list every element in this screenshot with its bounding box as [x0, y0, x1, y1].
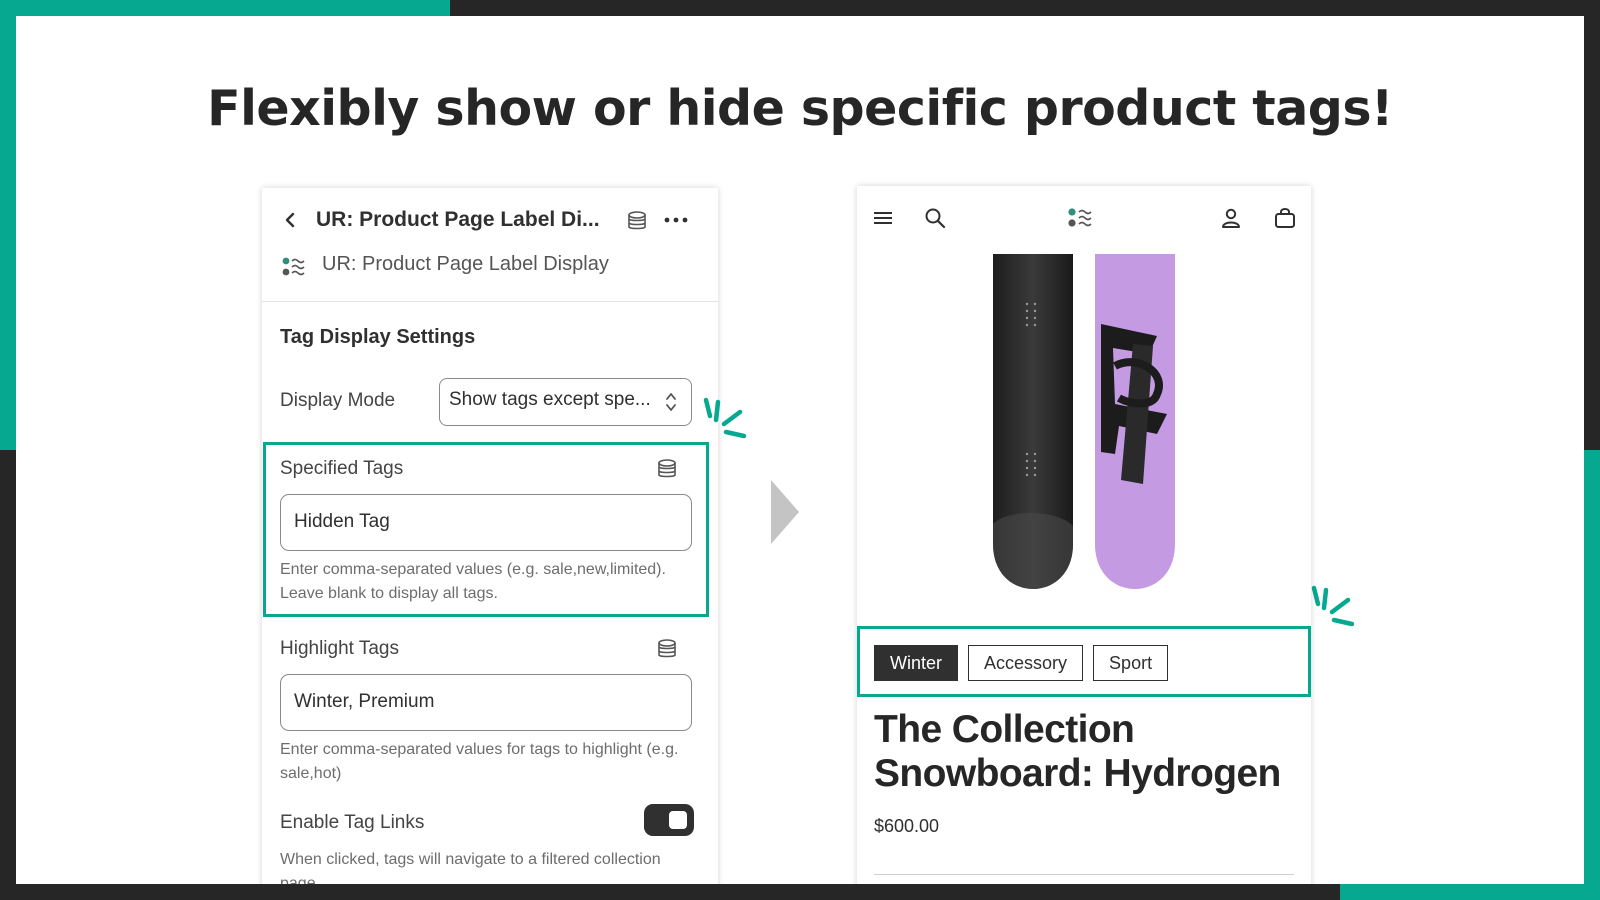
tag-winter[interactable]: Winter [874, 645, 959, 681]
divider [874, 874, 1294, 875]
tag-links-toggle[interactable] [644, 804, 694, 836]
product-title: The Collection Snowboard: Hydrogen [874, 708, 1281, 795]
specified-tags-help: Enter comma-separated values (e.g. sale,… [280, 561, 666, 602]
editor-panel: UR: Product Page Label Di... UR: Product… [262, 188, 718, 884]
database-icon[interactable] [656, 458, 678, 480]
display-mode-select[interactable]: Show tags except spe... [439, 378, 692, 426]
editor-header: UR: Product Page Label Di... UR: Product… [262, 188, 718, 302]
tag-links-label: Enable Tag Links [280, 812, 425, 833]
menu-icon[interactable] [871, 206, 895, 230]
back-icon[interactable] [280, 210, 300, 230]
database-icon[interactable] [656, 638, 678, 660]
cart-icon[interactable] [1273, 206, 1297, 230]
product-tags: Winter Accessory Sport [874, 645, 1169, 681]
database-icon[interactable] [626, 210, 648, 232]
product-tags-highlight: Winter Accessory Sport [857, 626, 1311, 697]
product-price: $600.00 [874, 816, 940, 836]
display-mode-value: Show tags except spe... [449, 389, 651, 410]
slide-canvas: Flexibly show or hide specific product t… [16, 16, 1584, 884]
store-logo-icon[interactable] [1067, 206, 1097, 230]
tag-sport[interactable]: Sport [1093, 645, 1169, 681]
storefront-phone: Winter Accessory Sport The Collection Sn… [857, 186, 1311, 884]
highlight-tags-label: Highlight Tags [280, 638, 400, 659]
section-title: Tag Display Settings [280, 326, 476, 348]
toggle-knob [669, 811, 687, 829]
next-arrow-icon [771, 480, 799, 544]
sparkle-accent-icon [703, 397, 747, 439]
highlight-tags-input[interactable]: Winter, Premium [280, 674, 692, 731]
sparkle-accent-icon [1311, 585, 1355, 627]
more-icon[interactable] [663, 210, 689, 230]
display-mode-label: Display Mode [280, 390, 396, 411]
tag-links-help: When clicked, tags will navigate to a fi… [280, 851, 661, 884]
editor-title: UR: Product Page Label Di... [316, 208, 600, 231]
specified-tags-label: Specified Tags [280, 458, 404, 479]
search-icon[interactable] [923, 206, 947, 230]
select-arrows-icon [666, 393, 676, 411]
account-icon[interactable] [1219, 206, 1243, 230]
app-name: UR: Product Page Label Display [322, 253, 609, 275]
tag-accessory[interactable]: Accessory [968, 645, 1084, 681]
headline: Flexibly show or hide specific product t… [207, 80, 1393, 137]
specified-tags-input[interactable]: Hidden Tag [280, 494, 692, 551]
highlight-tags-help: Enter comma-separated values for tags to… [280, 741, 679, 782]
product-image [993, 254, 1175, 589]
app-logo-icon [282, 257, 305, 276]
